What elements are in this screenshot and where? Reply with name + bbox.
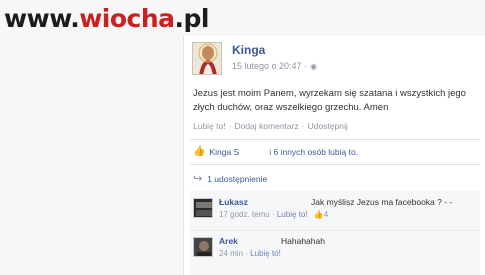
comment-text: Jak myślisz Jezus ma facebooka ? - - [311,197,453,207]
comment-like-count[interactable]: 4 [324,210,328,219]
comment: Łukasz Jak myślisz Jezus ma facebooka ? … [193,196,483,230]
commenter-name[interactable]: Arek [219,236,238,246]
comment: Arek Hahahahah 24 min · Lubię to! [193,235,483,269]
comment-time[interactable]: 17 godz. temu [219,210,270,219]
globe-icon: ◉ [310,62,318,71]
post-actions: Lubię to! · Dodaj komentarz · Udostępnij [193,121,348,131]
thumbs-up-icon: 👍 [193,146,206,157]
comment-meta: 24 min · Lubię to! [219,249,281,258]
share-link[interactable]: Udostępnij [308,121,348,131]
commenter-avatar[interactable] [193,237,213,257]
commenter-name[interactable]: Łukasz [219,197,248,207]
thumbs-up-icon: 👍 [313,210,324,219]
comment-text: Hahahahah [281,236,325,246]
watermark-accent: wiocha [79,4,175,33]
post-header: Kinga 15 lutego o 20:47 · ◉ [192,42,472,82]
redaction [239,146,270,157]
left-gutter [0,40,175,275]
likes-others[interactable]: i 6 innych osób lubią to. [269,147,358,157]
divider [190,164,480,165]
like-link[interactable]: Lubię to! [193,121,226,131]
divider [190,230,480,231]
separator-dot: · [228,121,232,131]
separator-dot: · [301,121,305,131]
comment-like-link[interactable]: Lubię to! [250,249,281,258]
comment-link[interactable]: Dodaj komentarz [234,121,298,131]
site-watermark: www.wiocha.pl [4,4,209,34]
post-body: Jezus jest moim Panem, wyrzekam się szat… [193,88,466,113]
shares-count[interactable]: 1 udostępnienie [207,174,267,184]
author-avatar[interactable] [192,42,222,75]
separator-dot: · [245,249,248,258]
liker-name[interactable]: Kinga S [209,147,239,157]
shares-summary[interactable]: ↪ 1 udostępnienie [193,172,267,185]
comment-meta: 17 godz. temu · Lubię to! 👍4 [219,210,328,219]
commenter-avatar[interactable] [193,198,213,218]
likes-summary[interactable]: 👍 Kinga S i 6 innych osób lubią to. [193,146,358,157]
watermark-suffix: .pl [174,4,210,33]
divider [190,139,480,140]
post-author-name[interactable]: Kinga [232,43,265,57]
watermark-prefix: www. [4,4,80,33]
share-arrow-icon: ↪ [193,173,203,185]
timestamp-text: 15 lutego o 20:47 · [232,61,308,71]
facebook-post-card: Kinga 15 lutego o 20:47 · ◉ Jezus jest mo… [183,36,485,275]
separator-dot: · [271,210,275,219]
comment-time[interactable]: 24 min [219,249,243,258]
post-timestamp[interactable]: 15 lutego o 20:47 · ◉ [232,61,317,71]
comment-like-link[interactable]: Lubię to! [277,210,308,219]
